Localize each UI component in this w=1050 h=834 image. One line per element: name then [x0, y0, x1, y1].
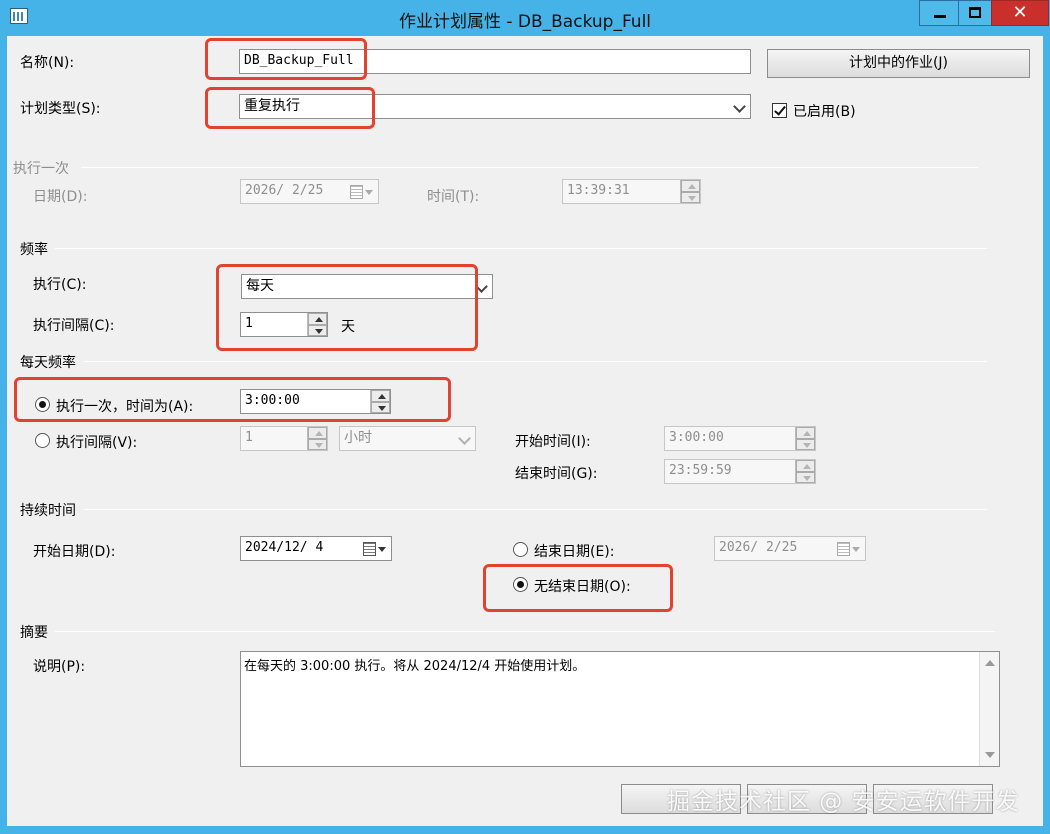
duration-section-title: 持续时间 — [20, 503, 76, 519]
occurs-label: 执行(C): — [33, 277, 87, 293]
daily-frequency-divider — [84, 361, 987, 362]
scroll-up-icon[interactable] — [985, 660, 995, 666]
one-time-divider — [81, 167, 978, 168]
one-time-date-label: 日期(D): — [33, 189, 88, 205]
one-time-time-input: 13:39:31 — [562, 179, 701, 204]
calendar-icon — [346, 182, 376, 202]
one-time-date-picker: 2026/ 2/25 — [240, 179, 379, 204]
close-icon: ✕ — [1012, 2, 1028, 23]
description-label: 说明(P): — [33, 659, 86, 675]
highlight-name — [205, 38, 367, 80]
occurs-every-spinner — [307, 427, 327, 450]
spin-up-icon — [796, 460, 815, 472]
occurs-every-unit-value: 小时 — [344, 430, 372, 446]
spin-down-icon — [796, 471, 815, 483]
occurs-every-label: 执行间隔(V): — [56, 435, 138, 451]
maximize-icon — [969, 7, 981, 18]
end-date-label: 结束日期(E): — [534, 544, 615, 560]
start-time-label: 开始时间(I): — [515, 434, 591, 450]
highlight-frequency — [216, 264, 478, 351]
start-date-label: 开始日期(D): — [33, 544, 116, 560]
one-time-section-title: 执行一次 — [13, 161, 69, 177]
name-label: 名称(N): — [20, 55, 75, 71]
enabled-label: 已启用(B) — [793, 104, 856, 120]
start-time-input: 3:00:00 — [664, 426, 816, 451]
one-time-time-value: 13:39:31 — [567, 183, 630, 198]
end-time-value: 23:59:59 — [669, 463, 732, 478]
spin-down-icon — [681, 191, 700, 203]
scroll-down-icon[interactable] — [985, 752, 995, 758]
description-textarea[interactable]: 在每天的 3:00:00 执行。将从 2024/12/4 开始使用计划。 — [240, 651, 1000, 767]
highlight-no-end-date — [483, 564, 673, 612]
window-title: 作业计划属性 - DB_Backup_Full — [398, 12, 652, 32]
watermark-text: 掘金技术社区 @ 安安运软件开发 — [667, 789, 1020, 815]
one-time-date-value: 2026/ 2/25 — [245, 183, 324, 198]
spin-up-icon — [796, 427, 815, 439]
end-date-radio[interactable] — [513, 542, 528, 557]
occurs-every-spin-input: 1 — [240, 426, 328, 451]
jobs-in-schedule-button[interactable]: 计划中的作业(J) — [767, 49, 1030, 78]
end-date-value: 2026/ 2/25 — [719, 540, 798, 555]
chevron-down-icon — [457, 431, 473, 445]
schedule-type-label: 计划类型(S): — [20, 101, 101, 117]
start-time-spinner — [795, 427, 815, 450]
summary-divider — [55, 631, 995, 632]
start-date-picker[interactable]: 2024/12/ 4 — [240, 536, 392, 561]
summary-section-title: 摘要 — [20, 625, 48, 641]
end-time-spinner — [795, 460, 815, 483]
maximize-button[interactable] — [958, 0, 992, 26]
duration-divider — [84, 509, 987, 510]
enabled-checkbox[interactable] — [772, 103, 787, 118]
calendar-icon — [833, 539, 863, 559]
end-date-picker: 2026/ 2/25 — [714, 536, 866, 561]
one-time-time-spinner — [680, 180, 700, 203]
spin-down-icon — [796, 438, 815, 450]
frequency-section-title: 频率 — [20, 242, 48, 258]
frequency-divider — [55, 248, 987, 249]
dialog-body: 名称(N): DB_Backup_Full 计划中的作业(J) 计划类型(S):… — [7, 36, 1043, 826]
start-date-value: 2024/12/ 4 — [245, 540, 324, 555]
occurs-every-value: 1 — [245, 430, 253, 445]
highlight-occurs-once — [14, 377, 451, 422]
title-bar[interactable]: 作业计划属性 - DB_Backup_Full ✕ — [0, 0, 1050, 36]
close-button[interactable]: ✕ — [991, 0, 1049, 26]
end-time-input: 23:59:59 — [664, 459, 816, 484]
highlight-schedule-type — [205, 87, 375, 129]
recurs-label: 执行间隔(C): — [33, 318, 115, 334]
description-scrollbar[interactable] — [979, 652, 999, 766]
one-time-time-label: 时间(T): — [427, 189, 480, 205]
start-time-value: 3:00:00 — [669, 430, 724, 445]
chevron-down-icon[interactable] — [732, 99, 748, 113]
minimize-button[interactable] — [919, 0, 959, 26]
occurs-every-unit-select: 小时 — [339, 426, 476, 451]
minimize-icon — [934, 15, 946, 18]
daily-frequency-section-title: 每天频率 — [20, 355, 76, 371]
spin-down-icon — [308, 438, 327, 450]
calendar-icon[interactable] — [359, 539, 389, 559]
description-text: 在每天的 3:00:00 执行。将从 2024/12/4 开始使用计划。 — [244, 659, 586, 674]
dialog-window: 作业计划属性 - DB_Backup_Full ✕ 名称(N): DB_Back… — [0, 0, 1050, 834]
spin-up-icon — [681, 180, 700, 192]
occurs-every-radio[interactable] — [35, 433, 50, 448]
spin-up-icon — [308, 427, 327, 439]
end-time-label: 结束时间(G): — [515, 466, 598, 482]
